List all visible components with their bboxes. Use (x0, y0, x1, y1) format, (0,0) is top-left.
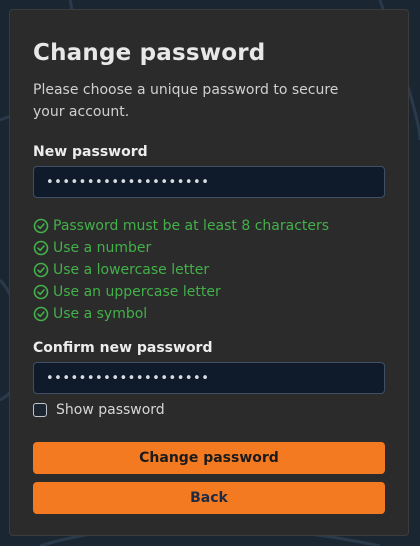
requirement-item: Use a number (33, 237, 329, 259)
new-password-label: New password (33, 144, 148, 160)
check-circle-icon (33, 306, 49, 322)
page-title: Change password (33, 40, 266, 66)
confirm-password-label: Confirm new password (33, 340, 213, 356)
page-subtitle: Please choose a unique password to secur… (33, 82, 339, 120)
show-password-toggle[interactable]: Show password (33, 402, 165, 418)
requirement-item: Use a lowercase letter (33, 259, 329, 281)
requirement-text: Password must be at least 8 characters (53, 218, 330, 234)
check-circle-icon (33, 284, 49, 300)
confirm-password-input[interactable] (33, 362, 385, 394)
show-password-label: Show password (56, 402, 165, 418)
requirement-text: Use a lowercase letter (53, 262, 210, 278)
check-circle-icon (33, 262, 49, 278)
back-button[interactable]: Back (33, 482, 385, 514)
change-password-button[interactable]: Change password (33, 442, 385, 474)
requirement-text: Use a number (53, 240, 152, 256)
password-requirements: Password must be at least 8 characters U… (33, 215, 329, 325)
requirement-text: Use a symbol (53, 306, 148, 322)
requirement-item: Use a symbol (33, 303, 329, 325)
new-password-input[interactable] (33, 166, 385, 198)
requirement-item: Use an uppercase letter (33, 281, 329, 303)
check-circle-icon (33, 218, 49, 234)
change-password-card: Change password Please choose a unique p… (9, 9, 409, 536)
show-password-checkbox[interactable] (33, 403, 47, 417)
requirement-text: Use an uppercase letter (53, 284, 221, 300)
check-circle-icon (33, 240, 49, 256)
requirement-item: Password must be at least 8 characters (33, 215, 329, 237)
